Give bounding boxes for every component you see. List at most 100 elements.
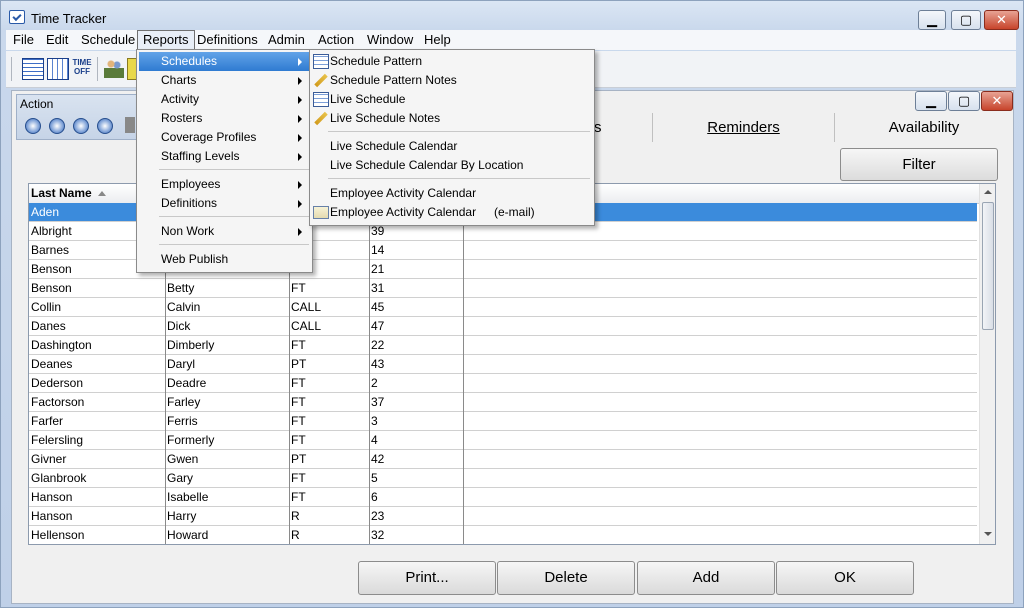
grid-icon xyxy=(313,92,329,107)
maximize-button[interactable]: ▢ xyxy=(951,10,981,30)
table-row[interactable]: Deanes Daryl PT 43 xyxy=(29,355,977,374)
next-record-icon[interactable] xyxy=(73,118,89,134)
column-last-name-label: Last Name xyxy=(31,186,92,200)
table-row[interactable]: Glanbrook Gary FT 5 xyxy=(29,469,977,488)
last-name-cell: Felersling xyxy=(31,433,84,447)
first-record-icon[interactable] xyxy=(25,118,41,134)
last-name-cell: Danes xyxy=(31,319,66,333)
table-row[interactable]: Factorson Farley FT 37 xyxy=(29,393,977,412)
scroll-down-icon[interactable] xyxy=(984,532,992,536)
reports-menu-non-work[interactable]: Non Work xyxy=(139,222,310,241)
type-cell: FT xyxy=(291,281,306,295)
calendar-grid-icon[interactable] xyxy=(47,58,69,80)
reports-menu-web-publish[interactable]: Web Publish xyxy=(139,250,310,269)
type-cell: R xyxy=(291,509,300,523)
submenu-arrow-icon xyxy=(298,96,302,104)
table-row[interactable]: Dashington Dimberly FT 22 xyxy=(29,336,977,355)
menu-separator xyxy=(159,216,309,217)
reports-menu-charts[interactable]: Charts xyxy=(139,71,310,90)
first-name-cell: Deadre xyxy=(167,376,207,390)
last-name-cell: Deanes xyxy=(31,357,73,371)
window-title: Time Tracker xyxy=(31,11,107,26)
menu-schedule[interactable]: Schedule xyxy=(76,30,140,49)
reports-menu-activity[interactable]: Activity xyxy=(139,90,310,109)
reports-menu-employees[interactable]: Employees xyxy=(139,175,310,194)
add-button[interactable]: Add xyxy=(637,561,775,595)
menu-item-label: Live Schedule Calendar By Location xyxy=(330,158,524,172)
menu-edit[interactable]: Edit xyxy=(41,30,73,49)
menu-separator xyxy=(159,169,309,170)
delete-button[interactable]: Delete xyxy=(497,561,635,595)
tab-availability[interactable]: Availability xyxy=(834,113,1013,142)
employees-icon[interactable] xyxy=(104,58,124,78)
scroll-up-icon[interactable] xyxy=(984,190,992,194)
previous-record-icon[interactable] xyxy=(49,118,65,134)
table-row[interactable]: Danes Dick CALL 47 xyxy=(29,317,977,336)
table-row[interactable]: Farfer Ferris FT 3 xyxy=(29,412,977,431)
menu-item-label: Live Schedule Notes xyxy=(330,111,441,125)
table-row[interactable]: Benson Betty FT 31 xyxy=(29,279,977,298)
table-row[interactable]: Collin Calvin CALL 45 xyxy=(29,298,977,317)
child-close-button[interactable]: ✕ xyxy=(981,91,1013,111)
tab-partial[interactable]: s xyxy=(594,113,651,142)
id-cell: 42 xyxy=(371,452,385,466)
submenu-schedule-pattern[interactable]: Schedule Pattern xyxy=(312,52,592,71)
child-minimize-button[interactable]: ▁ xyxy=(915,91,947,111)
minimize-icon: ▁ xyxy=(927,12,937,27)
filter-button[interactable]: Filter xyxy=(840,148,998,181)
submenu-employee-activity-calendar[interactable]: Employee Activity Calendar xyxy=(312,184,592,203)
timeoff-icon[interactable]: TIME OFF xyxy=(72,58,92,78)
submenu-live-schedule[interactable]: Live Schedule xyxy=(312,90,592,109)
menu-item-label: Schedule Pattern Notes xyxy=(330,73,457,87)
reports-menu-coverage-profiles[interactable]: Coverage Profiles xyxy=(139,128,310,147)
submenu-live-schedule-calendar-by-location[interactable]: Live Schedule Calendar By Location xyxy=(312,156,592,175)
type-cell: FT xyxy=(291,471,306,485)
minimize-icon: ▁ xyxy=(926,93,936,108)
scroll-thumb[interactable] xyxy=(982,202,994,330)
type-cell: FT xyxy=(291,338,306,352)
child-restore-button[interactable]: ▢ xyxy=(948,91,980,111)
last-name-cell: Glanbrook xyxy=(31,471,87,485)
last-record-icon[interactable] xyxy=(97,118,113,134)
table-row[interactable]: Givner Gwen PT 42 xyxy=(29,450,977,469)
toolbar-separator xyxy=(11,57,12,81)
action-panel: Action xyxy=(16,94,138,140)
menu-help[interactable]: Help xyxy=(419,30,456,49)
table-row[interactable]: Hellenson Howard R 32 xyxy=(29,526,977,544)
reports-menu-definitions[interactable]: Definitions xyxy=(139,194,310,213)
type-cell: FT xyxy=(291,414,306,428)
menu-action[interactable]: Action xyxy=(313,30,359,49)
print-button[interactable]: Print... xyxy=(358,561,496,595)
save-icon[interactable] xyxy=(125,117,135,133)
menu-admin[interactable]: Admin xyxy=(263,30,310,49)
last-name-cell: Givner xyxy=(31,452,67,466)
id-cell: 32 xyxy=(371,528,385,542)
vertical-scrollbar[interactable] xyxy=(979,184,995,544)
menu-item-label: Definitions xyxy=(161,196,218,210)
submenu-schedule-pattern-notes[interactable]: Schedule Pattern Notes xyxy=(312,71,592,90)
submenu-employee-activity-calendar-email[interactable]: Employee Activity Calendar (e-mail) xyxy=(312,203,592,222)
reports-menu-schedules[interactable]: Schedules xyxy=(139,52,310,71)
tab-reminders[interactable]: Reminders xyxy=(652,113,834,142)
table-row[interactable]: Felersling Formerly FT 4 xyxy=(29,431,977,450)
ok-button[interactable]: OK xyxy=(776,561,914,595)
tab-strip: s Reminders Availability xyxy=(594,113,1013,143)
type-cell: CALL xyxy=(291,319,322,333)
reports-menu-rosters[interactable]: Rosters xyxy=(139,109,310,128)
table-row[interactable]: Hanson Harry R 23 xyxy=(29,507,977,526)
minimize-button[interactable]: ▁ xyxy=(918,10,946,30)
menu-item-label: Web Publish xyxy=(161,252,229,266)
close-button[interactable]: ✕ xyxy=(984,10,1019,30)
submenu-live-schedule-notes[interactable]: Live Schedule Notes xyxy=(312,109,592,128)
table-row[interactable]: Hanson Isabelle FT 6 xyxy=(29,488,977,507)
toolbar-separator xyxy=(97,57,98,81)
schedule-grid-icon[interactable] xyxy=(22,58,44,80)
menu-item-label: Schedule Pattern xyxy=(330,54,423,68)
submenu-live-schedule-calendar[interactable]: Live Schedule Calendar xyxy=(312,137,592,156)
menu-file[interactable]: File xyxy=(8,30,39,49)
table-row[interactable]: Dederson Deadre FT 2 xyxy=(29,374,977,393)
reports-menu-staffing-levels[interactable]: Staffing Levels xyxy=(139,147,310,166)
menu-reports[interactable]: Reports xyxy=(137,30,195,51)
menu-window[interactable]: Window xyxy=(362,30,418,49)
menu-definitions[interactable]: Definitions xyxy=(192,30,263,49)
